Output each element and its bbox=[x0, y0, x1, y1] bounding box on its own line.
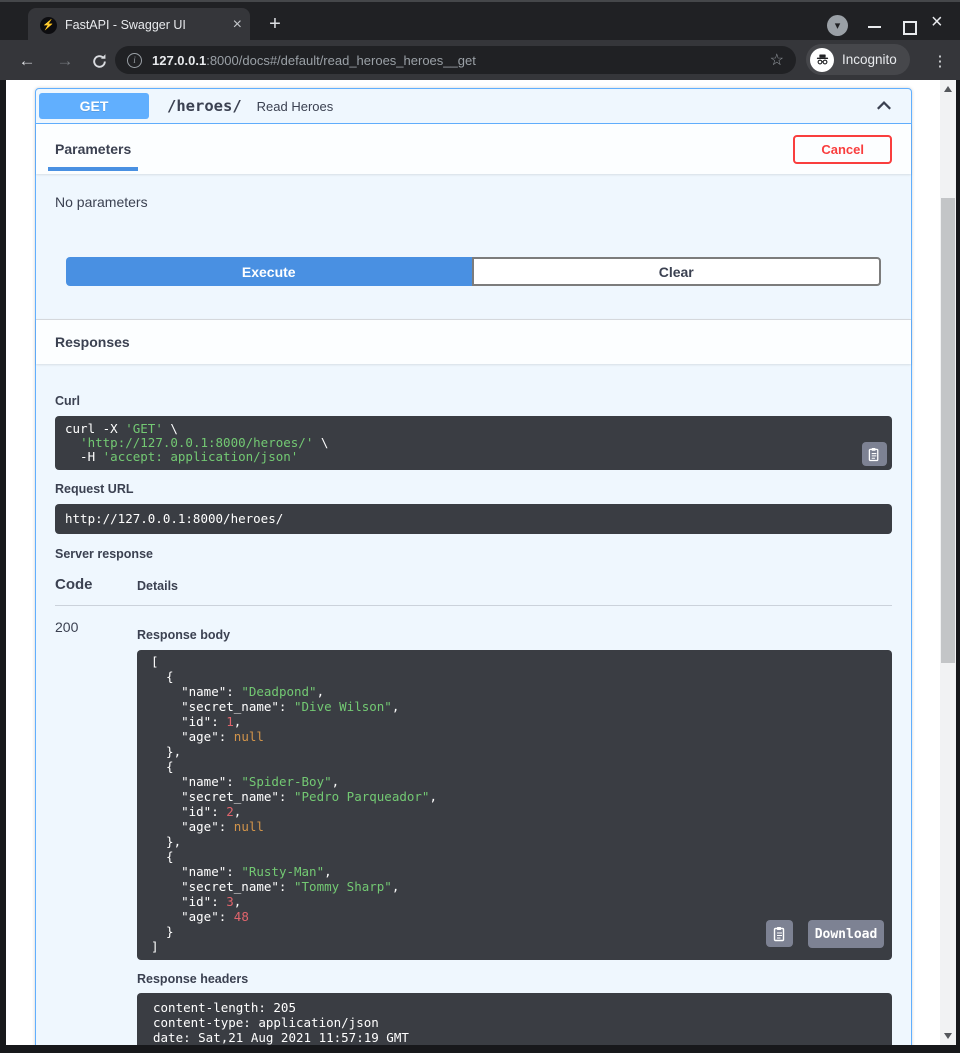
copy-response-button[interactable] bbox=[766, 920, 793, 947]
bookmark-star-icon[interactable]: ☆ bbox=[770, 50, 784, 70]
chevron-up-icon bbox=[875, 97, 893, 115]
responses-title: Responses bbox=[55, 334, 130, 350]
response-row: 200 Response body [ { "name": "Deadpond"… bbox=[55, 618, 892, 1045]
response-headers-block: content-length: 205 content-type: applic… bbox=[137, 993, 892, 1045]
response-headers-code: content-length: 205 content-type: applic… bbox=[153, 1000, 876, 1045]
clear-button[interactable]: Clear bbox=[472, 257, 882, 286]
responses-body: Curl curl -X 'GET' \ 'http://127.0.0.1:8… bbox=[36, 364, 911, 1045]
copy-curl-button[interactable] bbox=[862, 442, 887, 466]
page-frame: GET /heroes/ Read Heroes Parameters Canc… bbox=[0, 80, 960, 1053]
scrollbar-up-arrow-icon[interactable] bbox=[944, 86, 952, 92]
address-bar[interactable]: i 127.0.0.1:8000/docs#/default/read_hero… bbox=[115, 46, 796, 74]
method-badge: GET bbox=[39, 93, 149, 119]
request-url-label: Request URL bbox=[55, 482, 892, 496]
parameters-body: No parameters Execute Clear bbox=[36, 174, 911, 319]
details-column-header: Details bbox=[137, 576, 178, 605]
swagger-content: GET /heroes/ Read Heroes Parameters Canc… bbox=[6, 80, 940, 1045]
url-host: 127.0.0.1 bbox=[152, 53, 206, 68]
browser-tab[interactable]: ⚡ FastAPI - Swagger UI × bbox=[28, 8, 250, 42]
endpoint-path: /heroes/ bbox=[167, 97, 242, 115]
response-body-block: [ { "name": "Deadpond", "secret_name": "… bbox=[137, 650, 892, 960]
endpoint-summary: Read Heroes bbox=[257, 99, 334, 114]
opblock-get-heroes: GET /heroes/ Read Heroes Parameters Canc… bbox=[35, 88, 912, 1045]
reload-icon bbox=[91, 53, 108, 70]
code-column-header: Code bbox=[55, 576, 137, 605]
response-body-code: [ { "name": "Deadpond", "secret_name": "… bbox=[151, 654, 892, 954]
new-tab-button[interactable]: + bbox=[262, 11, 288, 37]
clipboard-icon bbox=[868, 447, 881, 462]
collapse-button[interactable] bbox=[875, 97, 893, 115]
back-button[interactable]: ← bbox=[14, 48, 40, 74]
scrollbar-thumb[interactable] bbox=[941, 198, 955, 663]
incognito-icon bbox=[810, 48, 834, 72]
chevron-down-icon: ▾ bbox=[835, 19, 841, 32]
response-table-header: Code Details bbox=[55, 576, 892, 606]
spy-glyph bbox=[815, 52, 830, 67]
bolt-glyph: ⚡ bbox=[42, 20, 54, 31]
scrollbar-down-arrow-icon[interactable] bbox=[944, 1033, 952, 1039]
clipboard-icon bbox=[773, 926, 787, 942]
request-url-block: http://127.0.0.1:8000/heroes/ bbox=[55, 504, 892, 534]
response-headers-label: Response headers bbox=[137, 972, 892, 986]
browser-titlebar: ⚡ FastAPI - Swagger UI × + ▾ × bbox=[0, 0, 960, 40]
maximize-button[interactable] bbox=[903, 21, 917, 35]
tab-search-button[interactable]: ▾ bbox=[827, 15, 848, 36]
url-text: 127.0.0.1:8000/docs#/default/read_heroes… bbox=[152, 53, 762, 68]
page-scrollbar[interactable] bbox=[940, 80, 956, 1045]
site-info-icon[interactable]: i bbox=[127, 53, 142, 68]
download-button[interactable]: Download bbox=[808, 920, 884, 948]
tab-title: FastAPI - Swagger UI bbox=[65, 18, 229, 32]
reload-button[interactable] bbox=[86, 48, 112, 74]
request-url-value: http://127.0.0.1:8000/heroes/ bbox=[65, 512, 882, 526]
browser-toolbar: ← → i 127.0.0.1:8000/docs#/default/read_… bbox=[0, 40, 960, 80]
curl-block: curl -X 'GET' \ 'http://127.0.0.1:8000/h… bbox=[55, 416, 892, 470]
curl-label: Curl bbox=[55, 394, 892, 408]
response-details-cell: Response body [ { "name": "Deadpond", "s… bbox=[137, 618, 892, 1045]
responses-header: Responses bbox=[36, 319, 911, 364]
window-close-button[interactable]: × bbox=[931, 10, 943, 34]
incognito-badge: Incognito bbox=[806, 44, 910, 75]
browser-menu-icon[interactable]: ⋮ bbox=[927, 48, 953, 74]
fastapi-favicon-icon: ⚡ bbox=[40, 17, 57, 34]
execute-button[interactable]: Execute bbox=[66, 257, 472, 286]
execute-row: Execute Clear bbox=[66, 257, 881, 286]
response-body-label: Response body bbox=[137, 628, 892, 642]
parameters-header: Parameters Cancel bbox=[36, 124, 911, 174]
minimize-button[interactable] bbox=[868, 26, 881, 28]
incognito-label: Incognito bbox=[842, 52, 897, 67]
server-response-label: Server response bbox=[55, 547, 892, 561]
opblock-summary[interactable]: GET /heroes/ Read Heroes bbox=[36, 89, 911, 124]
url-path: :8000/docs#/default/read_heroes_heroes__… bbox=[206, 53, 476, 68]
tab-close-icon[interactable]: × bbox=[233, 17, 242, 33]
curl-code: curl -X 'GET' \ 'http://127.0.0.1:8000/h… bbox=[65, 422, 882, 464]
no-parameters-text: No parameters bbox=[55, 194, 892, 210]
cancel-button[interactable]: Cancel bbox=[793, 135, 892, 164]
forward-button[interactable]: → bbox=[52, 48, 78, 74]
status-code: 200 bbox=[55, 618, 137, 1045]
tab-parameters[interactable]: Parameters bbox=[55, 141, 131, 157]
